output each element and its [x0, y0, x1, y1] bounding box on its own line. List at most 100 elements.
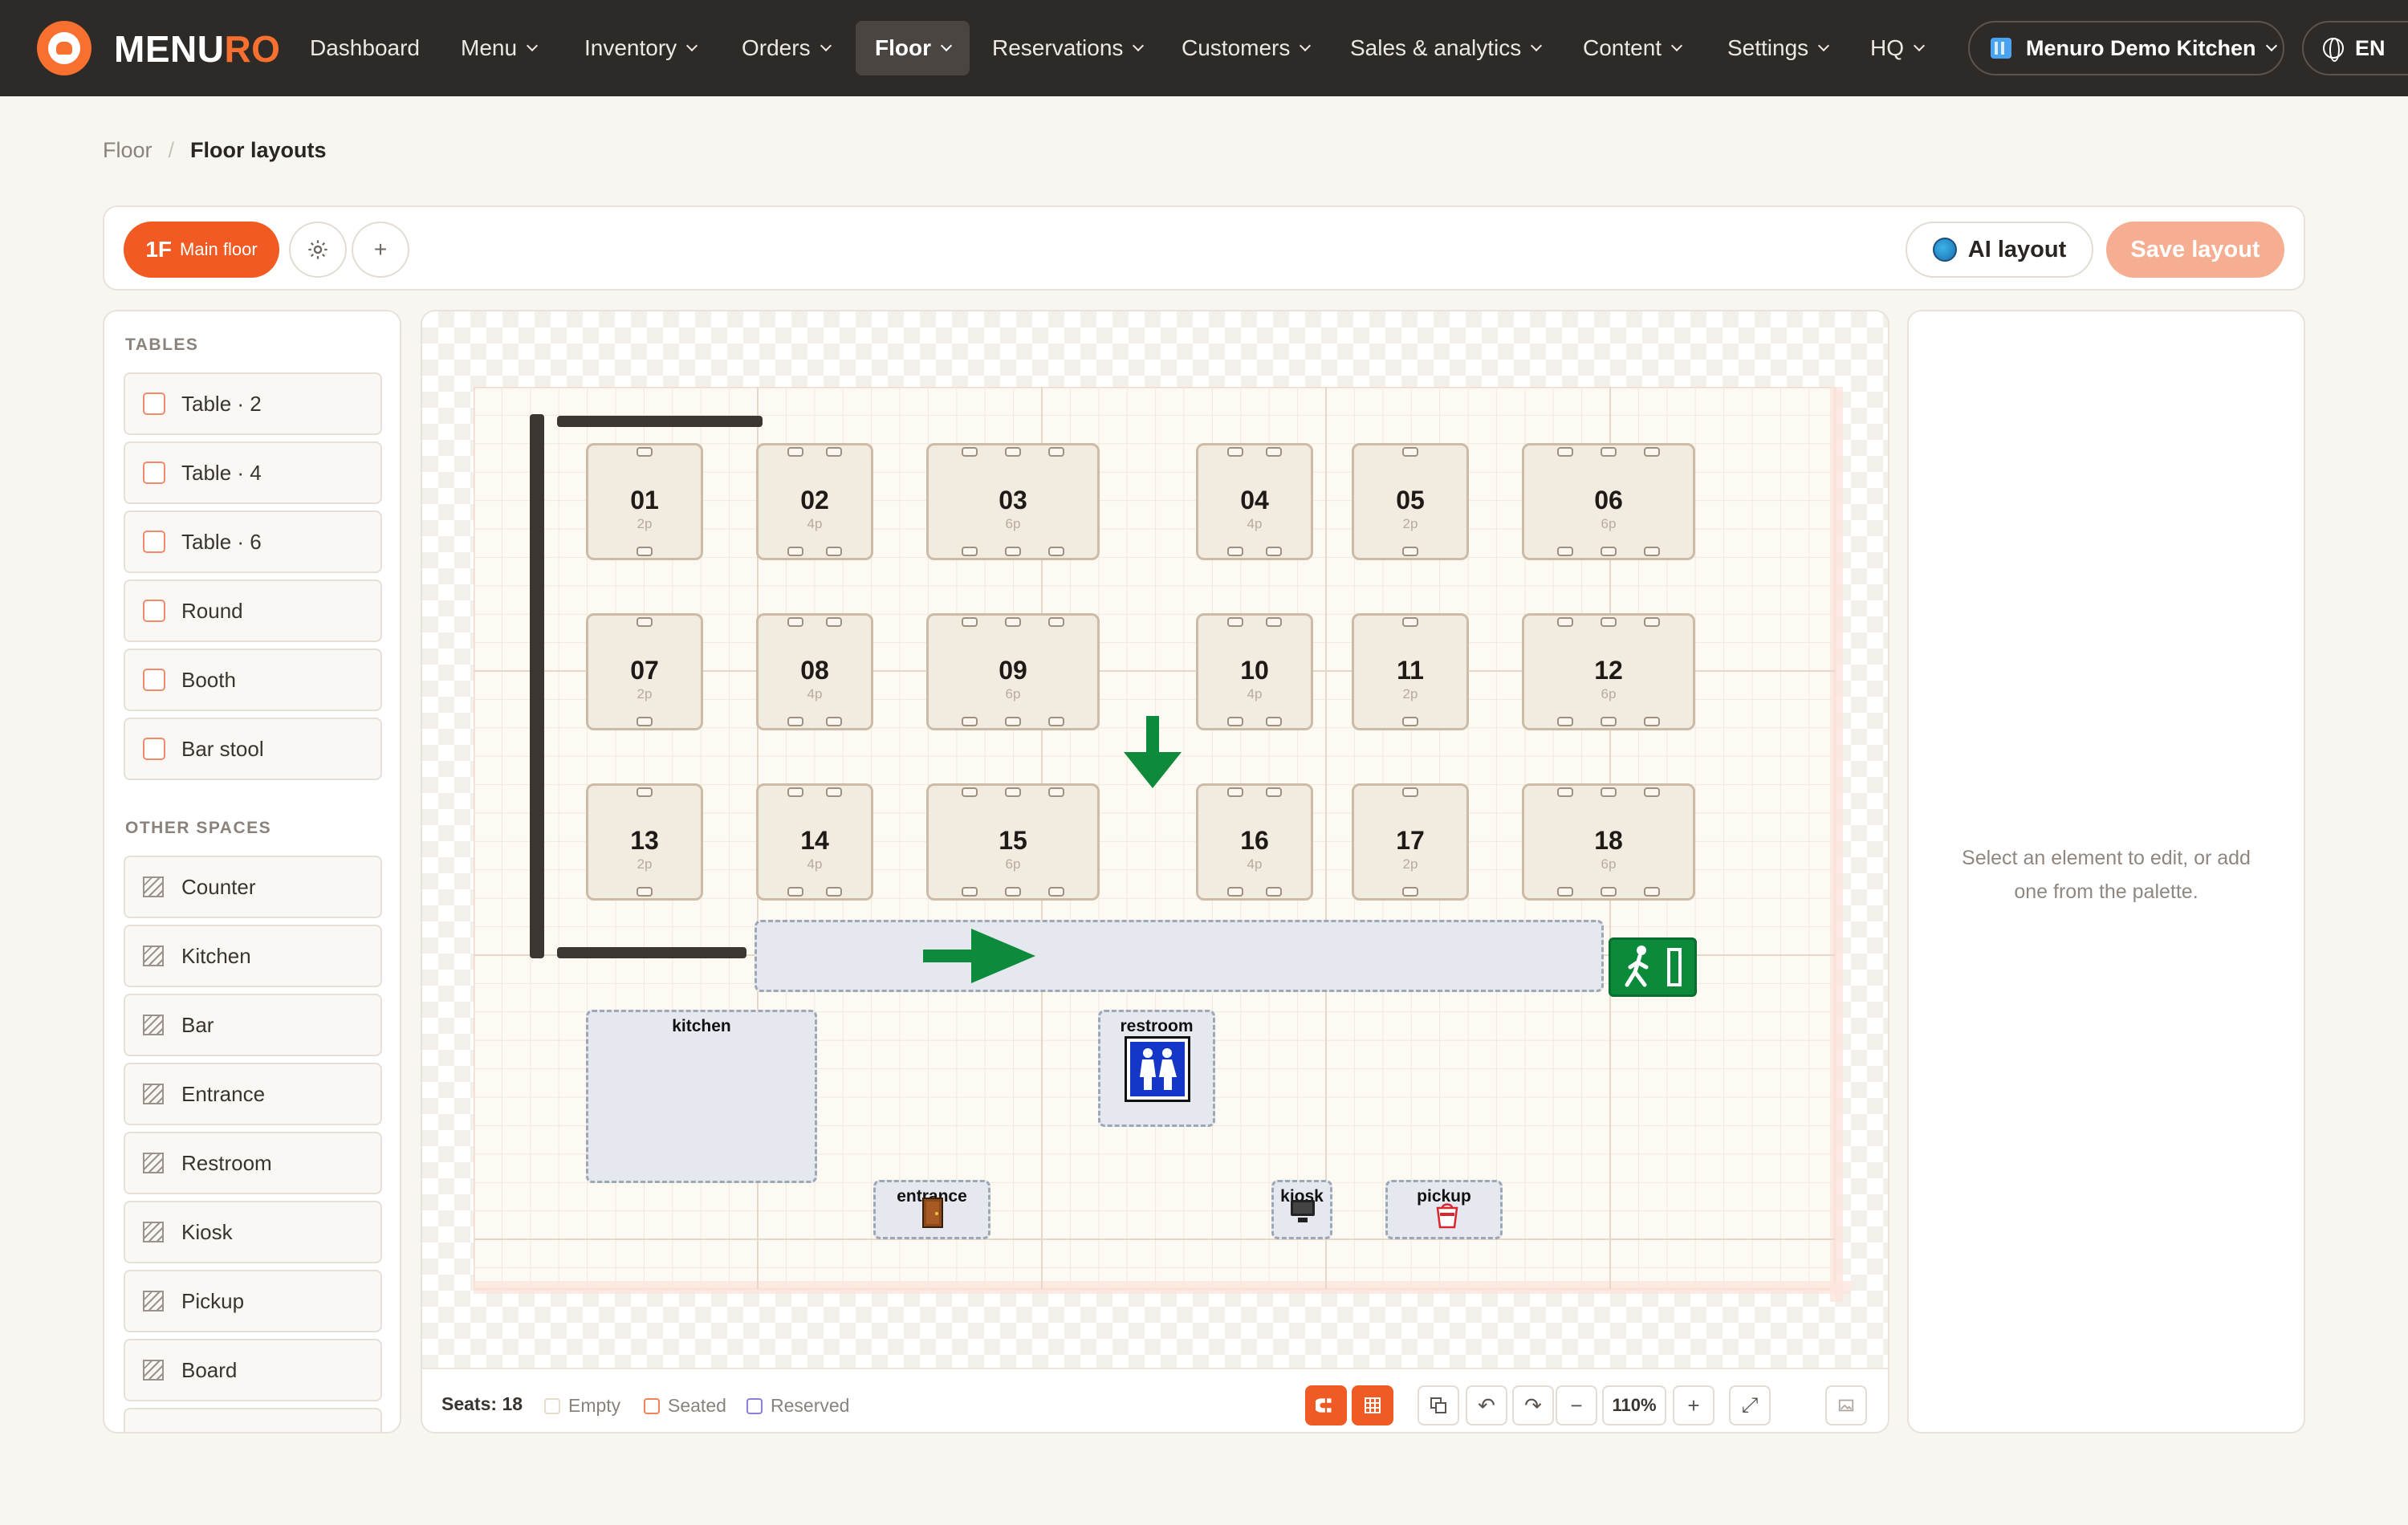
palette-item-round[interactable]: Round [124, 580, 382, 642]
store-name: Menuro Demo Kitchen [2026, 35, 2256, 60]
element-palette: TABLES Table · 2 Table · 4 Table · 6 Rou… [103, 310, 401, 1434]
zoom-in-button[interactable]: + [1673, 1385, 1714, 1425]
kitchen-zone[interactable]: kitchen [586, 1010, 817, 1183]
palette-item-label: Pickup [181, 1288, 245, 1313]
undo-button[interactable]: ↶ [1466, 1385, 1507, 1425]
snap-toggle-button[interactable] [1305, 1385, 1347, 1425]
floor-plan[interactable]: 01 2p 02 4p 03 6p 04 4p 05 2p 06 6p 07 2p 08 4p 09 6p 10 4p… [474, 387, 1851, 1302]
palette-item-counter[interactable]: Counter [124, 856, 382, 918]
nav-item-content[interactable]: Content [1564, 21, 1700, 75]
nav-item-menu[interactable]: Menu [441, 21, 555, 75]
palette-item-pickup[interactable]: Pickup [124, 1270, 382, 1332]
seat-count: Seats: 18 [441, 1393, 523, 1414]
palette-item-more[interactable] [124, 1408, 382, 1432]
palette-item-board[interactable]: Board [124, 1339, 382, 1401]
zone-label: kitchen [672, 1017, 731, 1035]
brand-logo[interactable]: MENURO [114, 27, 280, 71]
nav-item-sales-analytics[interactable]: Sales & analytics [1331, 21, 1560, 75]
palette-item-table-2[interactable]: Table · 2 [124, 372, 382, 435]
floor-name: Main floor [180, 239, 258, 259]
palette-item-entrance[interactable]: Entrance [124, 1063, 382, 1125]
redo-button[interactable]: ↷ [1512, 1385, 1554, 1425]
entrance-zone[interactable]: entrance [873, 1180, 990, 1239]
table-icon [143, 600, 165, 622]
save-layout-label: Save layout [2130, 236, 2260, 262]
palette-item-restroom[interactable]: Restroom [124, 1132, 382, 1194]
palette-item-label: Kiosk [181, 1219, 233, 1244]
nav-item-inventory[interactable]: Inventory [565, 21, 715, 75]
nav-item-orders[interactable]: Orders [722, 21, 849, 75]
magnet-icon [1316, 1398, 1332, 1413]
floor-tab-main[interactable]: 1F Main floor [124, 222, 279, 278]
fit-screen-button[interactable]: ⤢ [1729, 1385, 1771, 1425]
add-floor-button[interactable]: + [352, 222, 409, 278]
expand-icon: ⤢ [1741, 1393, 1759, 1417]
area-icon [143, 946, 164, 966]
palette-item-label: Bar stool [181, 736, 264, 761]
palette-item-kiosk[interactable]: Kiosk [124, 1201, 382, 1263]
chevron-down-icon [1913, 39, 1926, 52]
palette-item-bar-stool[interactable]: Bar stool [124, 718, 382, 780]
door-icon [922, 1198, 943, 1228]
table-icon [143, 738, 165, 760]
duplicate-button[interactable] [1418, 1385, 1459, 1425]
breadcrumb-floor-link[interactable]: Floor [103, 138, 153, 163]
palette-item-booth[interactable]: Booth [124, 649, 382, 711]
area-icon [143, 1360, 164, 1381]
palette-item-label: Kitchen [181, 943, 251, 968]
palette-item-label: Counter [181, 874, 256, 899]
legend-seated: Seated [644, 1395, 726, 1417]
palette-item-label: Round [181, 598, 243, 623]
copy-icon [1430, 1397, 1446, 1413]
zone-label: restroom [1120, 1017, 1194, 1035]
export-image-button[interactable] [1825, 1385, 1867, 1425]
pickup-zone[interactable]: pickup [1385, 1180, 1503, 1239]
emergency-exit-icon[interactable] [1609, 937, 1697, 997]
breadcrumb-separator: / [168, 138, 175, 162]
ai-layout-button[interactable]: AI layout [1906, 222, 2093, 278]
breadcrumb: Floor / Floor layouts [103, 138, 327, 163]
area-icon [143, 1153, 164, 1173]
language-code: EN [2355, 35, 2386, 60]
floor-settings-button[interactable] [289, 222, 347, 278]
kiosk-zone[interactable]: kiosk [1271, 1180, 1332, 1239]
chevron-down-icon [2265, 39, 2277, 52]
store-selector[interactable]: Menuro Demo Kitchen [1968, 21, 2284, 75]
nav-item-dashboard[interactable]: Dashboard [291, 21, 439, 75]
area-icon [143, 1222, 164, 1242]
takeout-bag-icon [1436, 1203, 1458, 1229]
top-navigation: MENURO Dashboard Menu Inventory Orders F… [0, 0, 2408, 96]
area-icon [143, 1084, 164, 1104]
save-layout-button[interactable]: Save layout [2106, 222, 2284, 278]
globe-icon [2323, 38, 2344, 62]
restroom-icon [1125, 1036, 1190, 1102]
language-selector[interactable]: EN [2302, 21, 2408, 75]
floor-canvas[interactable]: 01 2p 02 4p 03 6p 04 4p 05 2p 06 6p 07 2p 08 4p 09 6p 10 4p… [421, 310, 1889, 1434]
zoom-out-button[interactable]: − [1556, 1385, 1597, 1425]
area-icon [143, 1015, 164, 1035]
chevron-down-icon [820, 39, 832, 52]
palette-item-kitchen[interactable]: Kitchen [124, 925, 382, 987]
nav-item-hq[interactable]: HQ [1851, 21, 1942, 75]
table-icon [143, 531, 165, 553]
palette-item-table-6[interactable]: Table · 6 [124, 510, 382, 573]
ai-layout-label: AI layout [1967, 236, 2067, 262]
area-icon [143, 1291, 164, 1312]
nav-item-floor[interactable]: Floor [856, 21, 970, 75]
palette-item-table-4[interactable]: Table · 4 [124, 441, 382, 504]
chevron-down-icon [1818, 39, 1830, 52]
zoom-level[interactable]: 110% [1602, 1385, 1666, 1425]
palette-item-bar[interactable]: Bar [124, 994, 382, 1056]
restroom-zone[interactable]: restroom [1098, 1010, 1215, 1127]
nav-item-settings[interactable]: Settings [1708, 21, 1847, 75]
chevron-down-icon [1133, 39, 1145, 52]
undo-icon: ↶ [1478, 1393, 1495, 1417]
page-title: Floor layouts [190, 138, 327, 162]
logo-icon[interactable] [37, 21, 92, 75]
legend-empty: Empty [544, 1395, 620, 1417]
palette-item-label: Entrance [181, 1081, 266, 1106]
table-icon [143, 462, 165, 484]
nav-item-customers[interactable]: Customers [1162, 21, 1328, 75]
grid-toggle-button[interactable] [1352, 1385, 1393, 1425]
nav-item-reservations[interactable]: Reservations [973, 21, 1161, 75]
